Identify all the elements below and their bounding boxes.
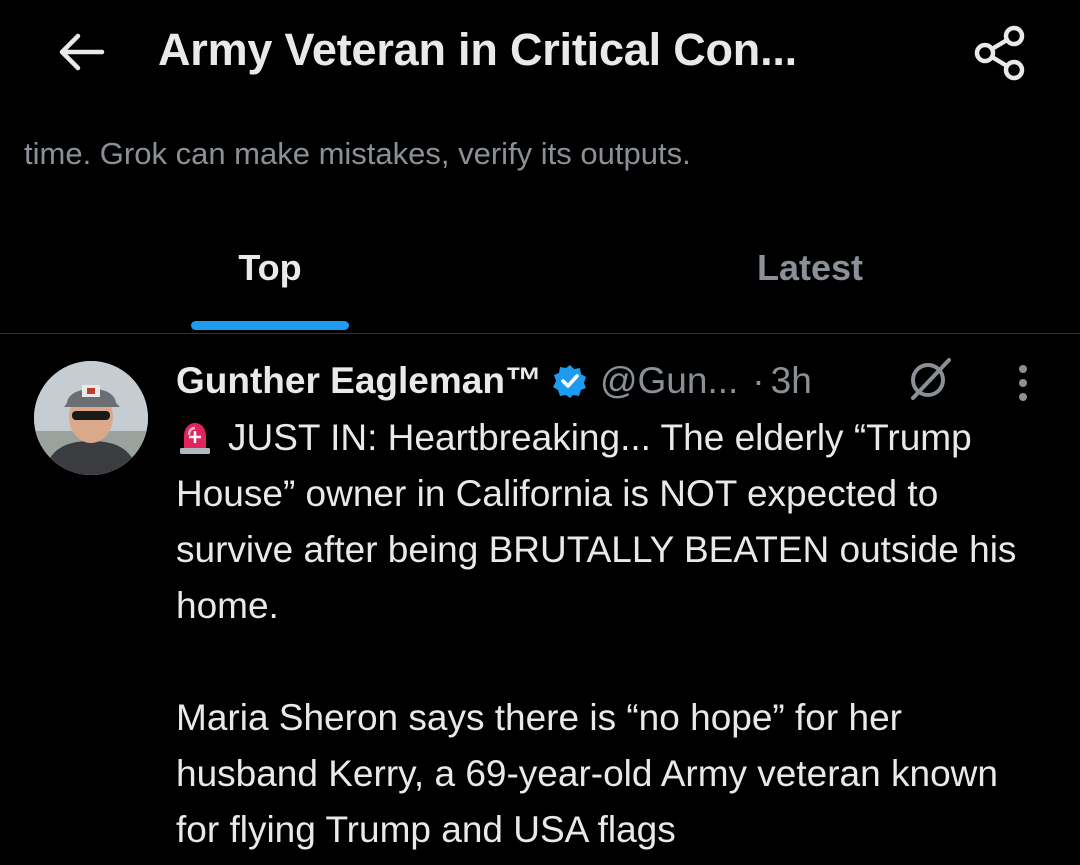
verified-badge-icon: [552, 363, 588, 399]
separator-dot: ·: [752, 360, 765, 401]
share-button[interactable]: [965, 20, 1035, 86]
tab-latest[interactable]: Latest: [540, 225, 1080, 333]
tab-top[interactable]: Top: [0, 225, 540, 333]
tweet-header: Gunther Eagleman™ @Gun... · 3h: [176, 356, 812, 406]
tweet-paragraph-1-text: JUST IN: Heartbreaking... The elderly “T…: [176, 417, 1017, 626]
more-options-icon[interactable]: [1005, 360, 1041, 406]
selected-tab-indicator: [191, 321, 349, 330]
tweet-paragraph-2: Maria Sheron says there is “no hope” for…: [176, 697, 998, 850]
top-app-bar: Army Veteran in Critical Con...: [0, 0, 1080, 110]
tab-latest-label: Latest: [756, 247, 864, 288]
tab-top-label: Top: [238, 247, 302, 288]
share-icon: [974, 25, 1025, 81]
avatar-image: [34, 361, 148, 475]
arrow-left-icon: [59, 33, 105, 71]
grok-icon[interactable]: [905, 354, 955, 404]
tweet-paragraph-1: JUST IN: Heartbreaking... The elderly “T…: [176, 410, 1046, 634]
grok-disclaimer: time. Grok can make mistakes, verify its…: [24, 136, 691, 171]
author-name[interactable]: Gunther Eagleman™: [176, 360, 542, 402]
siren-icon: [176, 416, 214, 454]
tweet-text: JUST IN: Heartbreaking... The elderly “T…: [176, 410, 1046, 858]
tab-bar: Top Latest: [0, 225, 1080, 334]
page-title: Army Veteran in Critical Con...: [158, 24, 797, 75]
author-handle[interactable]: @Gun...: [600, 360, 738, 402]
avatar[interactable]: [34, 361, 148, 475]
back-button[interactable]: [50, 26, 110, 78]
tweet-time[interactable]: 3h: [771, 360, 812, 402]
tweet[interactable]: Gunther Eagleman™ @Gun... · 3h JUST IN: …: [0, 334, 1080, 865]
